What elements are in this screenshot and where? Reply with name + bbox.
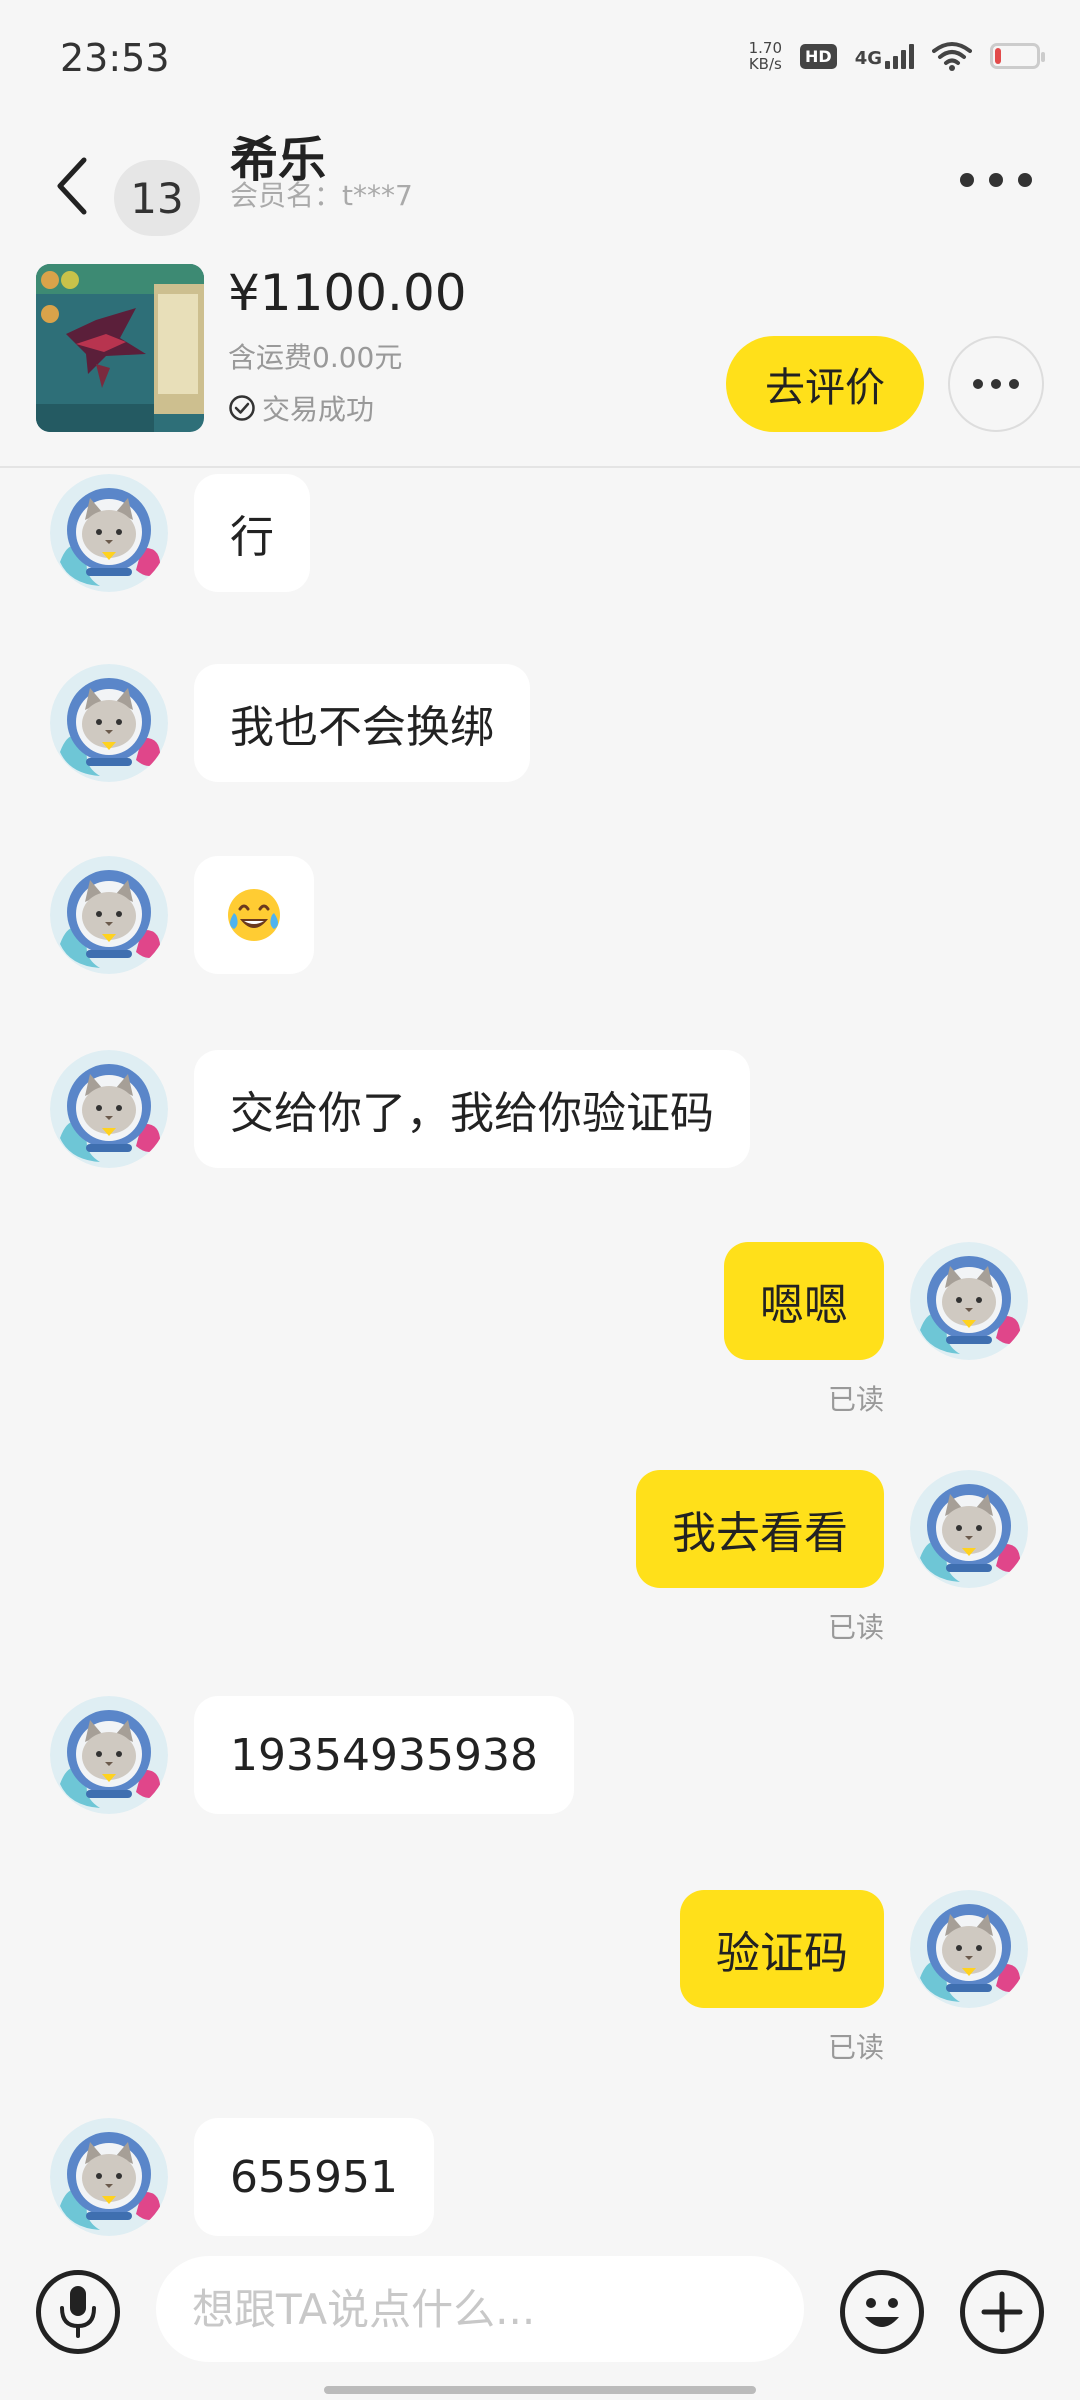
review-button[interactable]: 去评价 — [726, 336, 924, 432]
read-receipt: 已读 — [827, 1383, 884, 1416]
message-bubble[interactable]: 655951 — [194, 2118, 434, 2236]
battery-icon — [990, 43, 1045, 69]
message-bubble[interactable]: 行 — [194, 474, 310, 592]
peer-member-id: 会员名：t***7 — [230, 179, 413, 212]
message-input-box[interactable] — [156, 2256, 804, 2362]
chat-header: 13 希乐 会员名：t***7 — [0, 120, 1080, 250]
network-speed-value: 1.70 — [748, 39, 783, 57]
peer-avatar[interactable] — [50, 856, 168, 974]
message-input[interactable] — [156, 2256, 804, 2362]
peer-avatar[interactable] — [50, 664, 168, 782]
emoji-icon[interactable] — [840, 2270, 924, 2354]
unread-count-badge[interactable]: 13 — [114, 160, 200, 236]
message-bubble[interactable]: 交给你了，我给你验证码 — [194, 1050, 750, 1168]
read-receipt: 已读 — [827, 1611, 884, 1644]
read-receipt: 已读 — [827, 2031, 884, 2064]
product-card: ¥1100.00 含运费0.00元 交易成功 去评价 — [0, 250, 1080, 468]
status-icons: 1.70 KB/s HD 4G — [749, 40, 1045, 72]
message-bubble[interactable]: 我去看看 — [636, 1470, 884, 1588]
peer-avatar[interactable] — [50, 474, 168, 592]
message-bubble[interactable]: 我也不会换绑 — [194, 664, 530, 782]
check-circle-icon — [229, 395, 255, 421]
tears-of-joy-emoji-icon — [228, 889, 280, 941]
peer-avatar[interactable] — [50, 1696, 168, 1814]
microphone-icon[interactable] — [36, 2270, 120, 2354]
message-bubble[interactable]: 嗯嗯 — [724, 1242, 884, 1360]
my-avatar[interactable] — [910, 1890, 1028, 2008]
product-thumbnail[interactable] — [36, 264, 204, 432]
chevron-left-icon[interactable] — [52, 156, 92, 216]
hd-icon: HD — [800, 43, 837, 69]
peer-avatar[interactable] — [50, 2118, 168, 2236]
more-horizontal-icon[interactable] — [960, 160, 1032, 200]
product-more-button[interactable] — [948, 336, 1044, 432]
product-price: ¥1100.00 — [228, 264, 467, 322]
cellular-signal-icon: 4G — [855, 43, 914, 69]
network-type-label: 4G — [854, 48, 882, 69]
network-speed-unit: KB/s — [748, 55, 782, 73]
plus-icon[interactable] — [960, 2270, 1044, 2354]
trade-status: 交易成功 — [228, 388, 374, 428]
network-speed: 1.70 KB/s — [749, 40, 782, 72]
my-avatar[interactable] — [910, 1242, 1028, 1360]
shipping-fee: 含运费0.00元 — [228, 341, 403, 374]
status-bar: 23:53 1.70 KB/s HD 4G — [0, 0, 1080, 120]
message-bubble[interactable]: 验证码 — [680, 1890, 884, 2008]
message-bubble[interactable]: 19354935938 — [194, 1696, 574, 1814]
input-bar — [0, 2240, 1080, 2400]
message-bubble[interactable] — [194, 856, 314, 974]
home-indicator[interactable] — [324, 2386, 756, 2394]
peer-avatar[interactable] — [50, 1050, 168, 1168]
wifi-icon — [932, 42, 972, 71]
my-avatar[interactable] — [910, 1470, 1028, 1588]
trade-status-label: 交易成功 — [262, 393, 375, 426]
status-time: 23:53 — [60, 36, 170, 80]
